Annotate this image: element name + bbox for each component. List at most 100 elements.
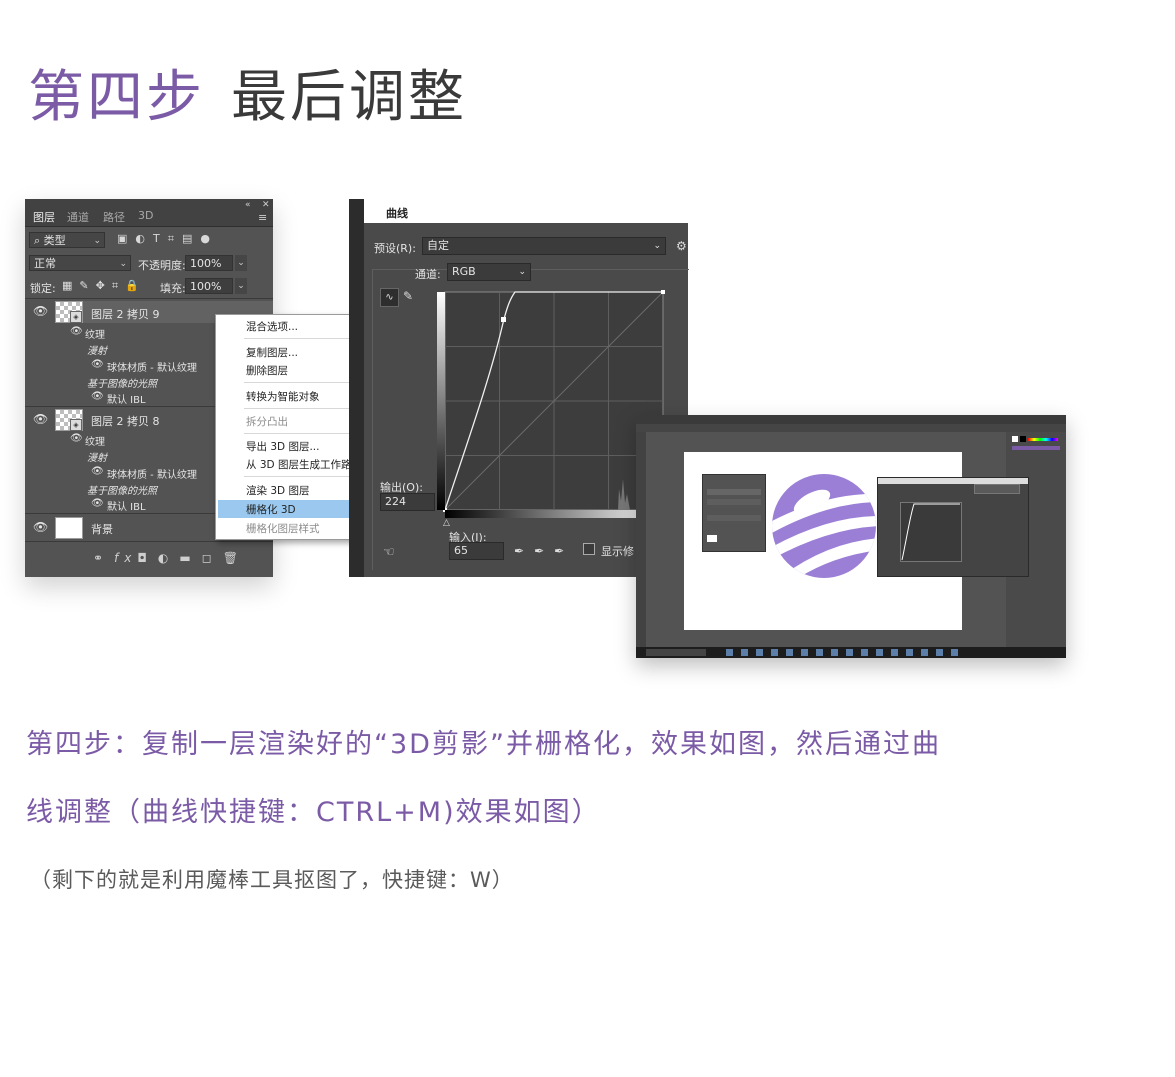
input-gradient-bar [445,510,663,518]
black-point-slider-icon[interactable]: △ [443,518,450,528]
fill-input[interactable]: 100% [185,278,233,294]
link-icon[interactable]: ⚭ [93,551,114,565]
lock-all-icon[interactable]: 🔒 [125,279,146,292]
curves-titlebar: 曲线 [364,199,688,223]
filter-kind-label: 类型 [43,234,66,247]
menu-item-duplicate-layer[interactable]: 复制图层... [246,345,298,360]
menu-item-rasterize-style[interactable]: 栅格化图层样式 [246,521,320,536]
tab-paths[interactable]: 路径 [103,209,125,225]
smart-filter-icon[interactable]: ▤ [182,232,200,245]
layer1-diffuse: 漫射 [87,346,107,357]
lock-icons[interactable]: ▦✎✥⌗🔒 [62,279,146,293]
channel-select[interactable]: RGB ⌄ [447,263,531,281]
lock-artboard-icon[interactable]: ⌗ [112,279,125,292]
layer2-name[interactable]: 图层 2 拷贝 8 [91,413,160,429]
new-layer-icon[interactable]: ◻ [202,551,223,565]
chevron-down-icon: ⌄ [653,241,661,251]
folder-icon[interactable]: ▬ [179,551,201,565]
show-clipping-label: 显示修 [601,545,634,558]
opacity-label: 不透明度: [138,259,186,272]
opacity-input[interactable]: 100% [185,255,233,271]
visibility-eye-icon[interactable]: 👁 [70,326,83,337]
opacity-value: 100% [190,257,222,270]
description-line-2: 线调整（曲线快捷键：CTRL+M)效果如图） [26,797,601,828]
layer2-texture: 纹理 [85,437,105,448]
lock-paint-icon[interactable]: ✎ [79,279,95,292]
channel-value: RGB [452,265,476,278]
layer-thumbnail[interactable] [55,517,83,539]
preset-label: 预设(R): [374,242,416,255]
black-eyedropper-icon[interactable]: ✒ [514,544,534,558]
fx-icon[interactable]: fx [114,551,137,565]
shape-filter-icon[interactable]: ⌗ [168,232,182,245]
layer2-lighting: 基于图像的光照 [87,486,157,497]
chevron-down-icon: ⌄ [93,236,101,246]
ps-menubar [636,415,1066,424]
visibility-eye-icon[interactable]: 👁 [91,466,104,477]
ps-toolbar [636,432,646,647]
striped-sphere-image [772,474,876,578]
trash-icon[interactable]: 🗑 [223,551,249,565]
menu-item-delete-layer[interactable]: 删除图层 [246,363,288,378]
layer1-lighting: 基于图像的光照 [87,379,157,390]
filter-toggle-icon[interactable]: ● [200,232,218,245]
tab-3d[interactable]: 3D [138,209,153,222]
tab-channels[interactable]: 通道 [67,209,89,225]
windows-taskbar [636,647,1066,658]
filter-kind-select[interactable]: ⌕ 类型 ⌄ [29,232,105,248]
visibility-eye-icon[interactable]: 👁 [91,498,104,509]
visibility-eye-icon[interactable]: 👁 [70,433,83,444]
visibility-eye-icon[interactable]: 👁 [33,520,48,534]
background-layer-name[interactable]: 背景 [91,521,113,537]
page-heading: 第四步 最后调整 [28,62,467,134]
curve-point-tool-icon[interactable]: ∿ [380,288,399,307]
lock-move-icon[interactable]: ✥ [96,279,112,292]
layer1-name[interactable]: 图层 2 拷贝 9 [91,306,160,322]
gear-icon[interactable]: ⚙ [676,239,687,253]
close-icon[interactable]: ✕ [262,200,270,210]
fill-label: 填充: [160,282,186,295]
type-filter-icon[interactable]: T [153,232,168,245]
preset-value: 自定 [427,239,449,252]
adjustment-filter-icon[interactable]: ◐ [135,232,153,245]
white-eyedropper-icon[interactable]: ✒ [554,544,574,558]
menu-item-render-3d[interactable]: 渲染 3D 图层 [246,483,309,498]
opacity-slider-icon[interactable]: ⌄ [235,255,247,271]
tab-layers[interactable]: 图层 [33,209,55,225]
adjustment-icon[interactable]: ◐ [158,551,179,565]
panel-menu-icon[interactable]: ≡ [258,211,267,224]
output-gradient-bar [437,292,445,510]
chevron-down-icon: ⌄ [518,267,526,277]
visibility-eye-icon[interactable]: 👁 [91,391,104,402]
gray-eyedropper-icon[interactable]: ✒ [534,544,554,558]
output-input[interactable]: 224 [380,493,435,511]
fill-slider-icon[interactable]: ⌄ [235,278,247,294]
blend-mode-select[interactable]: 正常 ⌄ [29,255,131,271]
context-menu: 混合选项... 复制图层... 删除图层 转换为智能对象 拆分凸出 导出 3D … [215,314,365,540]
pencil-icon[interactable]: ✎ [403,289,413,303]
lock-transparent-icon[interactable]: ▦ [62,279,79,292]
curves-graph[interactable] [435,289,667,519]
show-clipping-checkbox[interactable] [583,543,595,555]
visibility-eye-icon[interactable]: 👁 [33,304,48,318]
preset-select[interactable]: 自定 ⌄ [422,237,666,255]
layer2-ibl: 默认 IBL [107,502,146,513]
menu-item-split-extrusion[interactable]: 拆分凸出 [246,414,288,429]
mask-icon[interactable]: ◘ [137,551,158,565]
output-value: 224 [385,495,406,508]
visibility-eye-icon[interactable]: 👁 [91,359,104,370]
menu-item-work-path[interactable]: 从 3D 图层生成工作路径 [246,457,362,472]
menu-item-convert-smart-object[interactable]: 转换为智能对象 [246,389,320,404]
menu-item-blending-options[interactable]: 混合选项... [246,319,298,334]
lock-label: 锁定: [30,282,56,295]
input-field[interactable]: 65 [449,542,504,560]
visibility-eye-icon[interactable]: 👁 [33,412,48,426]
filter-icons[interactable]: ▣◐T⌗▤● [117,232,218,246]
menu-item-rasterize-3d[interactable]: 栅格化 3D [246,502,296,517]
note-text: （剩下的就是利用魔棒工具抠图了，快捷键：W） [30,868,514,892]
menu-item-export-3d[interactable]: 导出 3D 图层... [246,439,319,454]
blend-mode-value: 正常 [34,257,56,270]
pixel-filter-icon[interactable]: ▣ [117,232,135,245]
on-image-adjust-icon[interactable]: ☜ [383,545,395,560]
collapse-icon[interactable]: « [245,200,251,210]
